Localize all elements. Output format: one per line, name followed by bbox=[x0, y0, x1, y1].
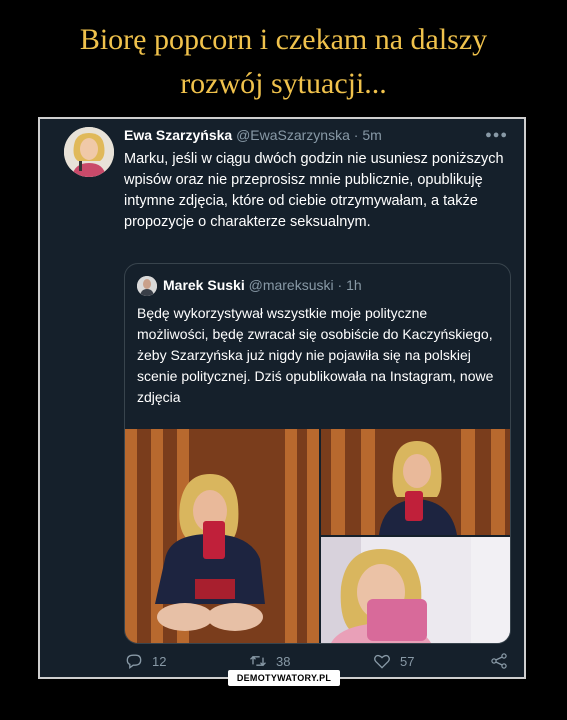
photo-woman-mirror-selfie bbox=[125, 429, 319, 643]
quoted-tweet-time[interactable]: 1h bbox=[346, 277, 362, 293]
tweet-screenshot: Ewa Szarzyńska @EwaSzarzynska · 5m ●●● M… bbox=[38, 117, 526, 679]
like-count: 57 bbox=[400, 653, 415, 669]
share-button[interactable] bbox=[489, 651, 509, 671]
avatar-photo bbox=[64, 127, 114, 177]
tweet-header: Ewa Szarzyńska @EwaSzarzynska · 5m bbox=[124, 127, 382, 143]
avatar[interactable] bbox=[64, 127, 114, 177]
separator: · bbox=[353, 127, 359, 143]
quoted-tweet[interactable]: Marek Suski @mareksuski · 1h Będę wykorz… bbox=[124, 263, 511, 644]
reply-count: 12 bbox=[152, 653, 167, 669]
meme-title: Biorę popcorn i czekam na dalszy rozwój … bbox=[0, 18, 567, 106]
reply-button[interactable]: 12 bbox=[124, 651, 166, 671]
photo-woman-mirror-selfie bbox=[321, 429, 510, 535]
reply-icon bbox=[126, 654, 142, 669]
quoted-tweet-text: Będę wykorzystywał wszystkie moje polity… bbox=[137, 305, 494, 405]
retweet-icon bbox=[250, 655, 266, 667]
quoted-header: Marek Suski @mareksuski · 1h bbox=[163, 277, 362, 293]
meme-title-line1: Biorę popcorn i czekam na dalszy bbox=[79, 23, 488, 56]
retweet-button[interactable]: 38 bbox=[248, 651, 290, 671]
watermark: DEMOTYWATORY.PL bbox=[228, 670, 340, 686]
author-name[interactable]: Ewa Szarzyńska bbox=[124, 127, 232, 143]
author-handle[interactable]: @EwaSzarzynska bbox=[236, 127, 350, 143]
meme-title-line2: rozwój sytuacji... bbox=[180, 67, 387, 100]
tweet-photo[interactable] bbox=[125, 429, 319, 643]
quoted-author-name[interactable]: Marek Suski bbox=[163, 277, 245, 293]
photo-woman-selfie-closeup bbox=[321, 537, 510, 643]
quoted-author-handle[interactable]: @mareksuski bbox=[249, 277, 334, 293]
tweet-photo[interactable] bbox=[321, 537, 510, 643]
share-icon bbox=[491, 653, 507, 669]
tweet-photo[interactable] bbox=[321, 429, 510, 535]
like-button[interactable]: 57 bbox=[372, 651, 414, 671]
like-icon bbox=[374, 654, 390, 669]
quoted-avatar bbox=[137, 276, 157, 296]
tweet-time[interactable]: 5m bbox=[362, 127, 381, 143]
tweet-text: Marku, jeśli w ciągu dwóch godzin nie us… bbox=[124, 151, 504, 230]
quoted-avatar-photo bbox=[137, 276, 157, 296]
more-icon[interactable]: ●●● bbox=[485, 129, 508, 141]
retweet-count: 38 bbox=[276, 653, 291, 669]
separator: · bbox=[337, 277, 343, 293]
